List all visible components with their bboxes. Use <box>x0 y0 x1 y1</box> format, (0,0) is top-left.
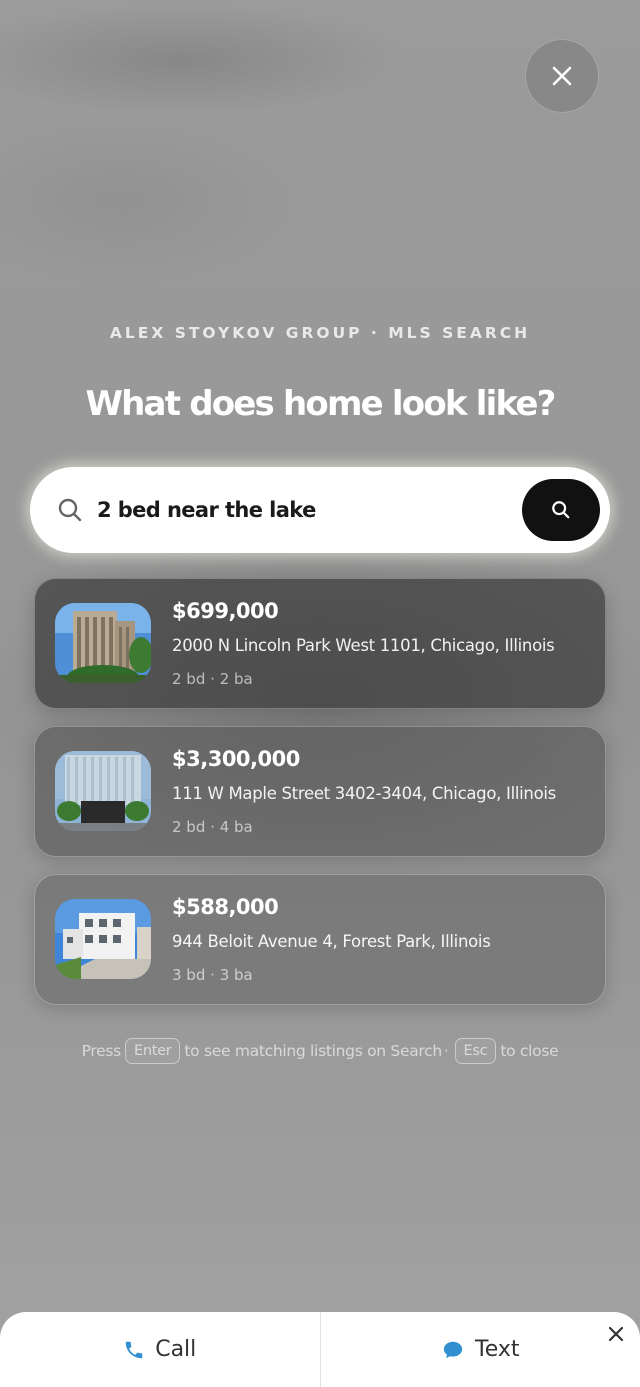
close-icon <box>552 66 572 86</box>
hint-separator: · <box>443 1042 449 1060</box>
listing-beds: 3 bd <box>172 966 206 984</box>
search-submit-button[interactable] <box>522 479 600 541</box>
hint-enter-text: to see matching listings on Search <box>184 1042 442 1060</box>
call-label: Call <box>155 1337 197 1362</box>
listing-price: $588,000 <box>172 895 279 919</box>
search-icon <box>552 501 570 519</box>
listing-photo <box>55 603 151 683</box>
listing-meta: 3 bd · 3 ba <box>172 966 253 984</box>
listing-baths: 4 ba <box>219 818 253 836</box>
listing-address: 2000 N Lincoln Park West 1101, Chicago, … <box>172 636 555 655</box>
search-icon <box>57 497 83 523</box>
search-bar <box>30 467 610 553</box>
listing-photo <box>55 751 151 831</box>
close-icon[interactable] <box>608 1326 624 1342</box>
overlay-close-button[interactable] <box>525 39 599 113</box>
hint-press: Press <box>81 1042 122 1060</box>
listing-meta: 2 bd · 2 ba <box>172 670 253 688</box>
text-button[interactable]: Text <box>321 1312 640 1387</box>
listing-price: $699,000 <box>172 599 279 623</box>
listing-price: $3,300,000 <box>172 747 300 771</box>
listing-baths: 3 ba <box>219 966 253 984</box>
listing-meta: 2 bd · 4 ba <box>172 818 253 836</box>
esc-key: Esc <box>454 1038 497 1064</box>
contact-bar: Call Text <box>0 1312 640 1387</box>
listing-beds: 2 bd <box>172 818 206 836</box>
listing-card[interactable]: $699,000 2000 N Lincoln Park West 1101, … <box>34 578 606 709</box>
meta-separator: · <box>210 966 215 984</box>
listing-address: 111 W Maple Street 3402-3404, Chicago, I… <box>172 784 556 803</box>
listing-card[interactable]: $3,300,000 111 W Maple Street 3402-3404,… <box>34 726 606 857</box>
call-button[interactable]: Call <box>0 1312 320 1387</box>
hint-esc-text: to close <box>500 1042 559 1060</box>
search-input[interactable] <box>97 498 522 522</box>
text-label: Text <box>475 1337 520 1362</box>
listing-baths: 2 ba <box>219 670 253 688</box>
chat-bubble-icon <box>441 1339 465 1361</box>
keyboard-hint: Press Enter to see matching listings on … <box>0 1038 640 1064</box>
listing-beds: 2 bd <box>172 670 206 688</box>
listing-photo <box>55 899 151 979</box>
listing-address: 944 Beloit Avenue 4, Forest Park, Illino… <box>172 932 491 951</box>
phone-icon <box>123 1339 145 1361</box>
search-eyebrow: ALEX STOYKOV GROUP · MLS SEARCH <box>109 324 531 342</box>
meta-separator: · <box>210 818 215 836</box>
enter-key: Enter <box>124 1038 181 1064</box>
search-headline: What does home look like? <box>85 384 556 424</box>
listing-card[interactable]: $588,000 944 Beloit Avenue 4, Forest Par… <box>34 874 606 1005</box>
meta-separator: · <box>210 670 215 688</box>
